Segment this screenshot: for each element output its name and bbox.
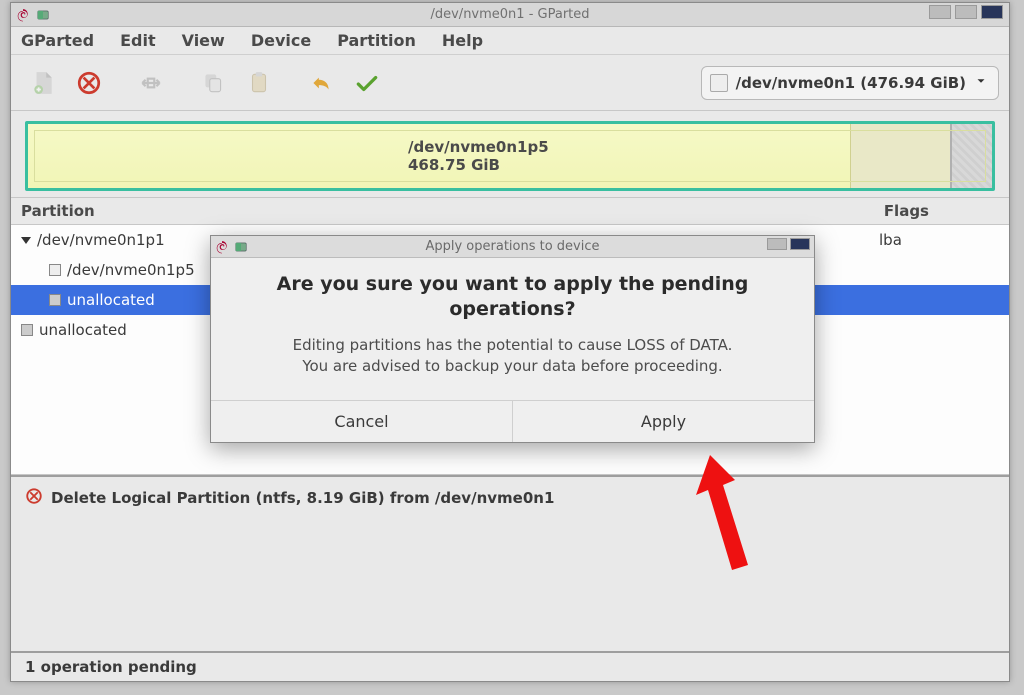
resize-move-button[interactable] xyxy=(129,61,173,105)
pending-op-text: Delete Logical Partition (ntfs, 8.19 GiB… xyxy=(51,489,554,507)
dialog-message-2: You are advised to backup your data befo… xyxy=(237,356,788,376)
window-minimize-button[interactable] xyxy=(929,5,951,19)
cancel-button[interactable]: Cancel xyxy=(211,401,512,442)
apply-button[interactable] xyxy=(345,61,389,105)
menu-gparted[interactable]: GParted xyxy=(21,31,94,50)
menu-edit[interactable]: Edit xyxy=(120,31,156,50)
dialog-title: Apply operations to device xyxy=(211,239,814,254)
menubar: GParted Edit View Device Partition Help xyxy=(11,27,1009,55)
menu-view[interactable]: View xyxy=(182,31,225,50)
fs-swatch-icon xyxy=(21,324,33,336)
fs-swatch-icon xyxy=(49,294,61,306)
dialog-headline: Are you sure you want to apply the pendi… xyxy=(237,272,788,321)
row-flags: lba xyxy=(879,231,1009,249)
apply-confirm-button[interactable]: Apply xyxy=(512,401,814,442)
device-selector-label: /dev/nvme0n1 (476.94 GiB) xyxy=(736,74,966,92)
new-partition-button[interactable] xyxy=(21,61,65,105)
paste-button[interactable] xyxy=(237,61,281,105)
dialog-titlebar: Apply operations to device xyxy=(211,236,814,258)
disk-icon xyxy=(710,74,728,92)
menu-device[interactable]: Device xyxy=(251,31,311,50)
menu-partition[interactable]: Partition xyxy=(337,31,416,50)
status-bar: 1 operation pending xyxy=(11,651,1009,681)
row-name: /dev/nvme0n1p1 xyxy=(37,231,165,249)
toolbar: /dev/nvme0n1 (476.94 GiB) xyxy=(11,55,1009,111)
window-title: /dev/nvme0n1 - GParted xyxy=(11,7,1009,22)
partition-table-header: Partition Flags xyxy=(11,197,1009,225)
row-name: /dev/nvme0n1p5 xyxy=(67,261,195,279)
window-titlebar: /dev/nvme0n1 - GParted xyxy=(11,3,1009,27)
menu-help[interactable]: Help xyxy=(442,31,483,50)
dialog-close-button[interactable] xyxy=(790,238,810,250)
undo-button[interactable] xyxy=(299,61,343,105)
delete-partition-button[interactable] xyxy=(67,61,111,105)
fs-swatch-icon xyxy=(49,264,61,276)
partition-visual[interactable]: /dev/nvme0n1p5 468.75 GiB xyxy=(25,121,995,191)
segment-name: /dev/nvme0n1p5 xyxy=(408,138,850,156)
apply-confirm-dialog: Apply operations to device Are you sure … xyxy=(210,235,815,443)
partition-visual-container: /dev/nvme0n1p5 468.75 GiB xyxy=(11,111,1009,197)
gparted-app-icon xyxy=(35,7,51,23)
titlebar-left-icons xyxy=(11,7,51,23)
dialog-actions: Cancel Apply xyxy=(211,400,814,442)
partition-segment-unallocated[interactable] xyxy=(950,124,992,188)
copy-button[interactable] xyxy=(191,61,235,105)
segment-size: 468.75 GiB xyxy=(408,156,850,174)
row-name: unallocated xyxy=(67,291,155,309)
pending-operations-panel: Delete Logical Partition (ntfs, 8.19 GiB… xyxy=(11,475,1009,519)
partition-segment-nvme0n1p5[interactable]: /dev/nvme0n1p5 468.75 GiB xyxy=(28,124,850,188)
window-maximize-button[interactable] xyxy=(955,5,977,19)
partition-segment-free[interactable] xyxy=(850,124,950,188)
status-text: 1 operation pending xyxy=(25,658,197,676)
expander-icon[interactable] xyxy=(21,237,31,244)
col-flags[interactable]: Flags xyxy=(884,202,929,220)
device-selector[interactable]: /dev/nvme0n1 (476.94 GiB) xyxy=(701,66,999,100)
col-partition[interactable]: Partition xyxy=(21,202,221,220)
window-close-button[interactable] xyxy=(981,5,1003,19)
window-buttons xyxy=(929,5,1003,19)
dialog-minimize-button[interactable] xyxy=(767,238,787,250)
dialog-message-1: Editing partitions has the potential to … xyxy=(237,335,788,355)
delete-op-icon xyxy=(25,487,43,509)
chevron-down-icon xyxy=(974,74,988,92)
dialog-body: Are you sure you want to apply the pendi… xyxy=(211,258,814,384)
row-name: unallocated xyxy=(39,321,127,339)
debian-swirl-icon xyxy=(15,7,31,23)
